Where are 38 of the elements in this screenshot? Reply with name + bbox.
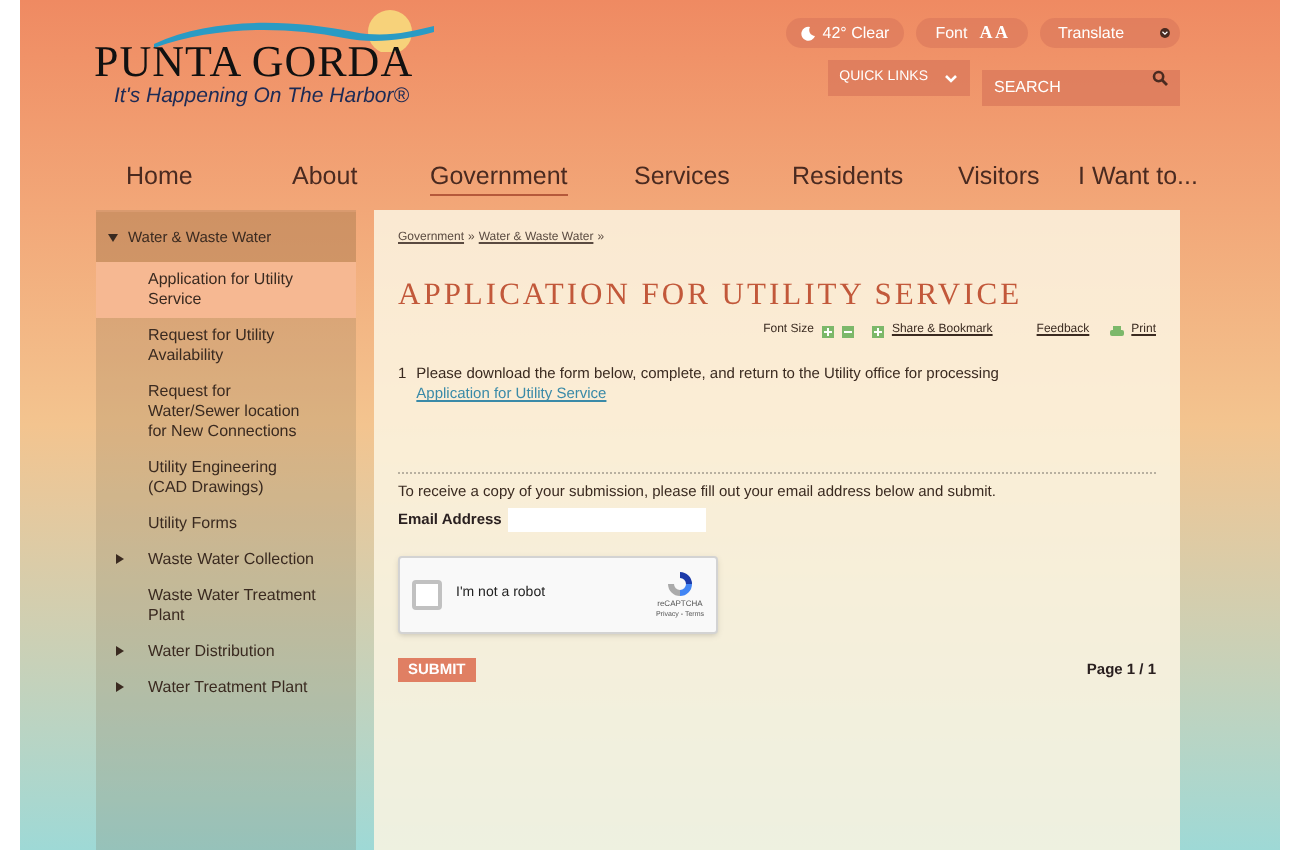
sidebar-item[interactable]: Water Distribution bbox=[96, 634, 356, 670]
moon-icon bbox=[800, 25, 817, 41]
plus-icon[interactable] bbox=[821, 325, 834, 338]
sidebar-item[interactable]: Utility Engineering (CAD Drawings) bbox=[96, 450, 356, 506]
sidebar-item[interactable]: Request for Utility Availability bbox=[96, 318, 356, 374]
minus-icon[interactable] bbox=[841, 325, 854, 338]
chevron-icon bbox=[1160, 26, 1170, 40]
recaptcha-logo-icon bbox=[665, 569, 694, 597]
sidebar-item[interactable]: Utility Forms bbox=[96, 506, 356, 542]
nav-link[interactable]: Government bbox=[430, 162, 568, 196]
sidebar-item[interactable]: Waste Water Collection bbox=[96, 542, 356, 578]
bullet-icon bbox=[116, 554, 124, 564]
font-label: Font bbox=[935, 21, 968, 45]
sidebar-item[interactable]: Application for Utility Service bbox=[96, 262, 356, 318]
nav-link[interactable]: Residents bbox=[792, 162, 904, 196]
email-input[interactable] bbox=[507, 507, 706, 531]
nav-link[interactable]: I Want to... bbox=[1078, 162, 1198, 196]
search-field[interactable]: SEARCH bbox=[982, 69, 1180, 105]
nav-link[interactable]: Visitors bbox=[958, 162, 1040, 196]
sidebar-item[interactable]: Waste Water Treatment Plant bbox=[96, 578, 356, 634]
search-icon[interactable] bbox=[1152, 70, 1168, 86]
nav-link[interactable]: Services bbox=[634, 162, 730, 196]
logo-text[interactable]: PUNTA GORDA bbox=[94, 40, 414, 84]
logo-tagline: It's Happening On The Harbor® bbox=[114, 82, 409, 112]
captcha-checkbox[interactable] bbox=[412, 579, 442, 609]
caret-icon bbox=[944, 73, 958, 83]
font-size-glyph: A A bbox=[979, 19, 1008, 46]
bullet-icon bbox=[116, 682, 124, 692]
sidebar-item[interactable]: Request for Water/Sewer location for New Connections bbox=[96, 374, 356, 450]
sidebar-item[interactable]: Water Treatment Plant bbox=[96, 670, 356, 706]
plus-icon bbox=[871, 325, 884, 338]
caret-icon bbox=[108, 233, 118, 241]
nav-link[interactable]: About bbox=[292, 162, 358, 196]
bullet-icon bbox=[116, 646, 124, 656]
page-title: APPLICATION FOR UTILITY SERVICE bbox=[398, 276, 1025, 316]
nav-link[interactable]: Home bbox=[126, 162, 193, 196]
printer-icon bbox=[1109, 325, 1124, 338]
weather-text: 42° Clear bbox=[822, 21, 890, 45]
